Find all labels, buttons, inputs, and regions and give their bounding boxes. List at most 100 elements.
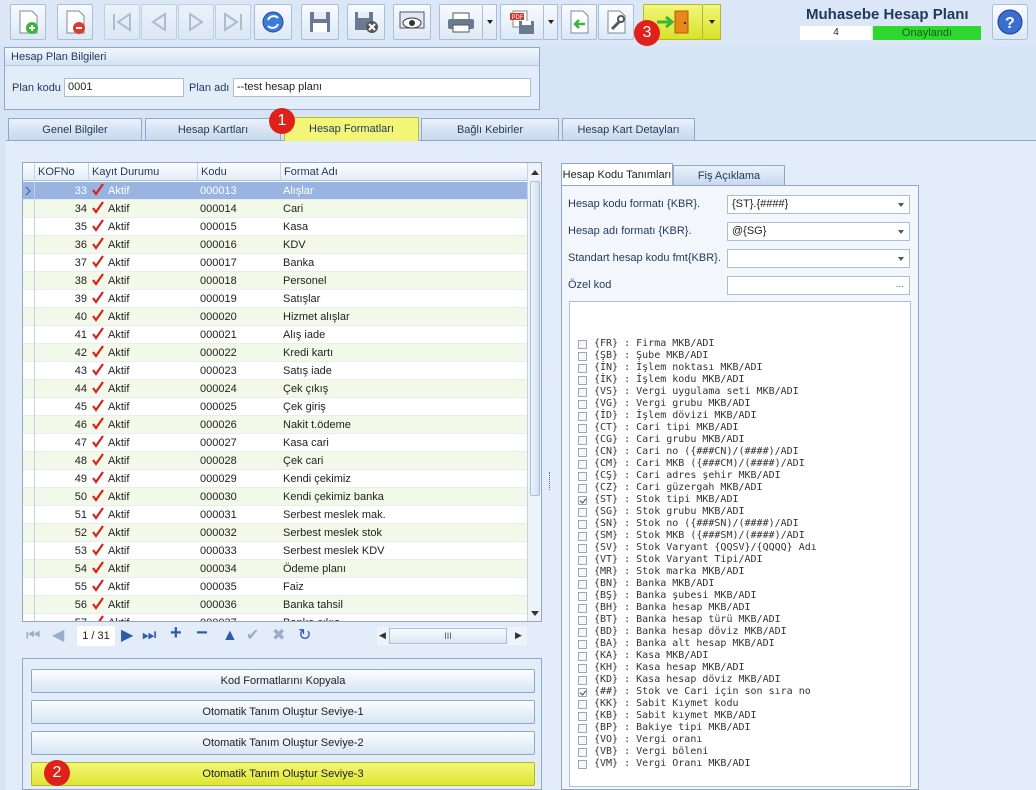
list-item[interactable]: {KK} : Sabit Kıymet kodu <box>578 698 739 710</box>
add-record-icon[interactable]: + <box>170 623 182 643</box>
code-format-select[interactable]: {ST}.{####} <box>727 195 910 214</box>
checkbox[interactable] <box>578 615 587 625</box>
checkbox[interactable] <box>578 507 587 517</box>
table-row[interactable]: 57 Aktif 000037Banka çıkış <box>23 614 527 621</box>
checkbox[interactable] <box>578 567 587 577</box>
back-button[interactable] <box>561 4 597 40</box>
list-item[interactable]: {BD} : Banka hesap döviz MKB/ADI <box>578 626 787 638</box>
hscroll-thumb[interactable]: III <box>389 628 507 644</box>
table-row[interactable]: 40 Aktif 000020 Hizmet alışlar <box>23 308 527 326</box>
column-kodu[interactable]: Kodu <box>198 163 281 181</box>
help-button[interactable]: ? <box>992 4 1028 40</box>
special-code-field[interactable]: ... <box>727 276 910 295</box>
list-item[interactable]: {VS} : Vergi uygulama seti MKB/ADI <box>578 386 799 398</box>
checkbox[interactable] <box>578 399 587 409</box>
exit-dropdown[interactable] <box>703 4 721 40</box>
table-row[interactable]: 53 Aktif 000033 Serbest meslek KDV <box>23 542 527 560</box>
list-item[interactable]: {FR} : Firma MKB/ADI <box>578 338 714 350</box>
ellipsis-icon[interactable]: ... <box>896 276 904 293</box>
list-item[interactable]: {CZ} : Cari güzergah MKB/ADI <box>578 482 763 494</box>
checkbox[interactable] <box>578 639 587 649</box>
checkbox[interactable] <box>578 459 587 469</box>
pdf-export-button[interactable]: PDF <box>500 4 544 40</box>
list-item[interactable]: {CT} : Cari tipi MKB/ADI <box>578 422 739 434</box>
table-row[interactable]: 42 Aktif 000022 Kredi kartı <box>23 344 527 362</box>
delete-button[interactable] <box>57 4 93 40</box>
cancel-icon[interactable]: ✖ <box>272 627 285 645</box>
checkbox[interactable] <box>578 411 587 421</box>
table-row[interactable]: 44 Aktif 000024 Çek çıkış <box>23 380 527 398</box>
first-record-button[interactable] <box>104 4 140 40</box>
column-format-adi[interactable]: Format Adı <box>281 163 527 181</box>
pdf-dropdown[interactable] <box>544 4 558 40</box>
table-row[interactable]: 37 Aktif 000017 Banka <box>23 254 527 272</box>
list-item[interactable]: {İD} : İşlem dövizi MKB/ADI <box>578 410 757 422</box>
checkbox[interactable] <box>578 471 587 481</box>
checkbox[interactable] <box>578 603 587 613</box>
checkbox[interactable] <box>578 555 587 565</box>
checkbox[interactable] <box>578 519 587 529</box>
next-page-icon[interactable]: ▶ <box>121 627 133 645</box>
checkbox[interactable] <box>578 483 587 493</box>
previous-record-button[interactable] <box>141 4 177 40</box>
list-item[interactable]: {CN} : Cari no ({###CN)/(####)/ADI <box>578 446 799 458</box>
plan-name-field[interactable]: --test hesap planı <box>233 78 531 97</box>
next-record-button[interactable] <box>178 4 214 40</box>
list-item[interactable]: {İN} : İşlem noktası MKB/ADI <box>578 362 763 374</box>
table-row[interactable]: 36 Aktif 000016 KDV <box>23 236 527 254</box>
checkbox[interactable] <box>578 651 587 661</box>
checkbox[interactable] <box>578 495 587 505</box>
move-up-icon[interactable]: ▲ <box>222 627 238 645</box>
list-item[interactable]: {CŞ} : Cari adres şehir MKB/ADI <box>578 470 781 482</box>
refresh-grid-icon[interactable]: ↻ <box>298 627 311 645</box>
auto-level2-button[interactable]: Otomatik Tanım Oluştur Seviye-2 <box>31 731 535 755</box>
table-row[interactable]: 38 Aktif 000018 Personel <box>23 272 527 290</box>
list-item[interactable]: {VG} : Vergi grubu MKB/ADI <box>578 398 751 410</box>
checkbox[interactable] <box>578 663 587 673</box>
last-record-button[interactable] <box>215 4 251 40</box>
checkbox[interactable] <box>578 447 587 457</box>
checkbox[interactable] <box>578 627 587 637</box>
prev-page-icon[interactable]: ◀ <box>52 627 64 645</box>
table-row[interactable]: 47 Aktif 000027 Kasa cari <box>23 434 527 452</box>
table-row[interactable]: 56 Aktif 000036 Banka tahsil <box>23 596 527 614</box>
tab-hesap-kodu-tanimlari[interactable]: Hesap Kodu Tanımları <box>561 163 673 185</box>
list-item[interactable]: {SG} : Stok grubu MKB/ADI <box>578 506 745 518</box>
table-row[interactable]: 45 Aktif 000025 Çek giriş <box>23 398 527 416</box>
tab-hesap-kart-detaylari[interactable]: Hesap Kart Detayları <box>562 118 695 140</box>
last-page-icon[interactable]: ⏭ <box>142 627 156 645</box>
save-button[interactable] <box>301 4 339 40</box>
list-item[interactable]: {VO} : Vergi oranı <box>578 734 702 746</box>
list-item[interactable]: {VB} : Vergi böleni <box>578 746 708 758</box>
list-item[interactable]: {MR} : Stok marka MKB/ADI <box>578 566 745 578</box>
name-format-select[interactable]: @{SG} <box>727 222 910 241</box>
save-close-button[interactable] <box>347 4 385 40</box>
list-item[interactable]: {SN} : Stok no ({###SN)/(####)/ADI <box>578 518 799 530</box>
list-item[interactable]: {KA} : Kasa MKB/ADI <box>578 650 708 662</box>
plan-code-field[interactable]: 0001 <box>64 78 184 97</box>
list-item[interactable]: {ST} : Stok tipi MKB/ADI <box>578 494 739 506</box>
list-item[interactable]: {##} : Stok ve Cari için son sıra no <box>578 686 811 698</box>
table-row[interactable]: 54 Aktif 000034 Ödeme planı <box>23 560 527 578</box>
table-row[interactable]: 49 Aktif 000029 Kendi çekimiz <box>23 470 527 488</box>
list-item[interactable]: {KD} : Kasa hesap döviz MKB/ADI <box>578 674 781 686</box>
checkbox[interactable] <box>578 531 587 541</box>
list-item[interactable]: {VM} : Vergi Oranı MKB/ADI <box>578 758 751 770</box>
standard-code-select[interactable] <box>727 249 910 268</box>
tools-button[interactable] <box>598 4 634 40</box>
tab-hesap-formatlari[interactable]: Hesap Formatları <box>284 117 419 141</box>
new-button[interactable] <box>10 4 46 40</box>
checkbox[interactable] <box>578 759 587 769</box>
table-row[interactable]: 55 Aktif 000035 Faiz <box>23 578 527 596</box>
column-kayit-durumu[interactable]: Kayıt Durumu <box>89 163 198 181</box>
list-item[interactable]: {BT} : Banka hesap türü MKB/ADI <box>578 614 781 626</box>
list-item[interactable]: {ŞB} : Şube MKB/ADI <box>578 350 708 362</box>
checkbox[interactable] <box>578 351 587 361</box>
table-row[interactable]: 50 Aktif 000030 Kendi çekimiz banka <box>23 488 527 506</box>
copy-formats-button[interactable]: Kod Formatlarını Kopyala <box>31 669 535 693</box>
list-item[interactable]: {BN} : Banka MKB/ADI <box>578 578 714 590</box>
first-page-icon[interactable]: ⏮ <box>26 627 40 645</box>
list-item[interactable]: {BA} : Banka alt hesap MKB/ADI <box>578 638 775 650</box>
checkbox[interactable] <box>578 375 587 385</box>
list-item[interactable]: {BŞ} : Banka şubesi MKB/ADI <box>578 590 757 602</box>
